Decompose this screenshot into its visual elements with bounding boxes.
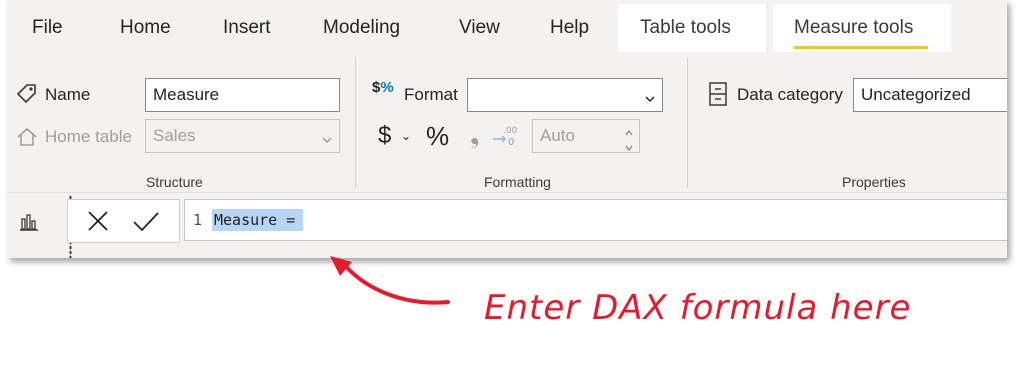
report-view-icon[interactable]	[18, 210, 40, 237]
decimal-places-placeholder: Auto	[540, 126, 575, 145]
chevron-down-icon	[644, 90, 656, 110]
format-label: Format	[404, 85, 458, 104]
home-table-select[interactable]: Sales	[145, 119, 340, 153]
format-select[interactable]	[467, 78, 663, 112]
percent-button[interactable]: %	[426, 121, 449, 152]
tab-table-tools[interactable]: Table tools	[618, 4, 766, 52]
ribbon-body: Name Measure Home table Sales Structure …	[7, 52, 1007, 192]
svg-text:.00: .00	[503, 126, 518, 136]
tab-file[interactable]: File	[32, 17, 63, 39]
home-table-label: Home table	[45, 127, 132, 146]
tab-modeling[interactable]: Modeling	[323, 17, 400, 39]
ribbon-tabs: File Home Insert Modeling View Help Tabl…	[7, 0, 1007, 52]
tab-help[interactable]: Help	[550, 17, 589, 39]
ribbon: File Home Insert Modeling View Help Tabl…	[7, 0, 1007, 258]
format-icon: $%	[372, 79, 394, 96]
decimal-places-stepper[interactable]: Auto	[532, 119, 640, 153]
formula-text[interactable]: Measure =	[212, 209, 304, 231]
data-category-select[interactable]: Uncategorized	[853, 78, 1007, 112]
checkmark-icon[interactable]	[132, 209, 160, 238]
annotation-arrow	[330, 256, 450, 305]
tab-insert[interactable]: Insert	[223, 17, 271, 39]
formatting-group-label: Formatting	[484, 174, 551, 190]
properties-group-label: Properties	[842, 174, 906, 190]
stepper-down-icon[interactable]	[624, 138, 634, 158]
formula-bar: 1 Measure =	[7, 192, 1007, 258]
formula-actions	[67, 199, 180, 243]
decimal-places-icon[interactable]: .00 0	[491, 124, 521, 153]
svg-text:0: 0	[508, 137, 514, 148]
annotation-text: Enter DAX formula here	[484, 288, 912, 328]
formula-editor[interactable]: 1 Measure =	[184, 199, 1007, 241]
chevron-down-icon	[321, 131, 333, 151]
active-tab-indicator	[794, 46, 928, 49]
data-category-label: Data category	[737, 85, 843, 104]
home-icon	[15, 125, 39, 154]
name-input[interactable]: Measure	[145, 78, 340, 112]
tab-measure-tools-label: Measure tools	[794, 17, 914, 38]
currency-symbol: $	[378, 122, 392, 149]
close-icon[interactable]	[86, 209, 110, 238]
tab-table-tools-label: Table tools	[640, 17, 731, 38]
tab-home[interactable]: Home	[120, 17, 171, 39]
currency-button[interactable]: $ ⌄	[378, 122, 411, 150]
structure-group-label: Structure	[146, 174, 203, 190]
tab-measure-tools[interactable]: Measure tools	[773, 4, 951, 52]
chevron-down-icon: ⌄	[401, 129, 412, 143]
group-divider	[687, 58, 688, 188]
comma-style-button[interactable]: ❟	[470, 122, 479, 150]
group-divider	[355, 58, 356, 188]
data-category-icon	[707, 81, 729, 112]
home-table-value: Sales	[153, 126, 196, 145]
line-number: 1	[193, 211, 203, 229]
tag-icon	[15, 82, 39, 111]
name-label: Name	[45, 85, 91, 104]
tab-view[interactable]: View	[459, 17, 500, 39]
